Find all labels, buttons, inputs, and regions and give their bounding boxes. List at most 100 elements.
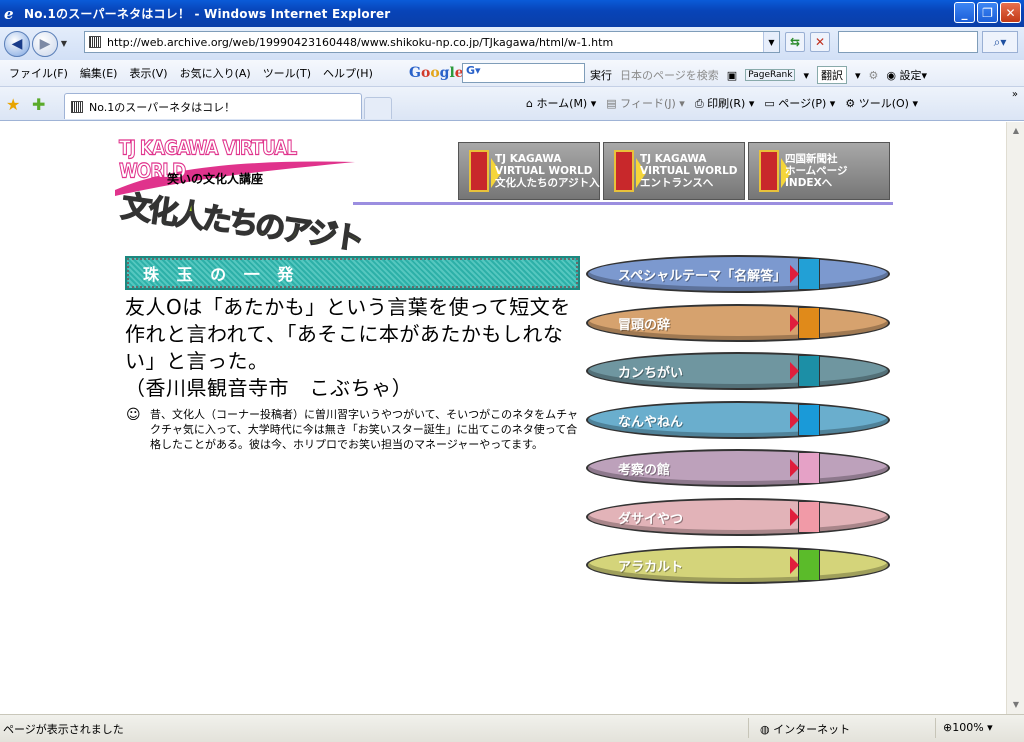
nav-tile-line: TJ KAGAWA bbox=[640, 153, 707, 165]
chevron-more-icon[interactable]: » bbox=[1012, 89, 1018, 100]
menu-button-misunderstanding[interactable]: カンちがい bbox=[586, 350, 892, 392]
zoom-control[interactable]: ⊕100% ▾ bbox=[943, 721, 993, 734]
status-bar: ページが表示されました ◍ インターネット ⊕100% ▾ bbox=[0, 714, 1024, 742]
forward-button[interactable]: ▶ bbox=[32, 30, 58, 57]
close-button[interactable]: ✕ bbox=[1000, 2, 1021, 23]
home-label: ホーム(M) bbox=[536, 97, 588, 110]
door-icon bbox=[759, 150, 791, 192]
menu-button-opening[interactable]: 冒頭の辞 bbox=[586, 302, 892, 344]
commentator-face-icon: ☺ bbox=[126, 407, 141, 423]
window-controls: _ ❐ ✕ bbox=[954, 2, 1021, 23]
page-content: TJ KAGAWA VIRTUAL WORLD 笑いの文化人講座 文化人たちのア… bbox=[0, 122, 1006, 714]
menu-button-nanyanen[interactable]: なんやねん bbox=[586, 399, 892, 441]
comment-text: 昔、文化人（コーナー投稿者）に曽川習字いうやつがいて、そいつがこのネタをムチャク… bbox=[150, 408, 579, 451]
menu-favorites[interactable]: お気に入り(A) bbox=[174, 65, 257, 81]
search-icon: ⌕▾ bbox=[993, 34, 1007, 49]
pagerank-meter[interactable]: PageRank bbox=[745, 69, 796, 81]
page-icon bbox=[89, 36, 101, 48]
nav-tile-line: 四国新聞社 bbox=[785, 153, 838, 165]
vertical-scrollbar[interactable]: ▲ ▼ bbox=[1006, 122, 1024, 714]
nav-tile-index[interactable]: 四国新聞社 ホームページ INDEXへ bbox=[748, 142, 890, 200]
nav-tile-text: TJ KAGAWA VIRTUAL WORLD 文化人たちのアジト入口へ bbox=[495, 153, 621, 189]
site-logo[interactable]: TJ KAGAWA VIRTUAL WORLD 笑いの文化人講座 文化人たちのア… bbox=[115, 136, 364, 258]
add-favorites-icon[interactable]: ✚ bbox=[32, 95, 45, 114]
settings-button[interactable]: ◉ 設定▾ bbox=[886, 67, 927, 83]
google-toolbar-items: 実行 日本のページを検索 ▣ PageRank ▾ 翻訳 ▾ ⚙ ◉ 設定▾ bbox=[590, 66, 927, 84]
new-tab-button[interactable] bbox=[364, 97, 392, 119]
menu-file[interactable]: ファイル(F) bbox=[3, 65, 74, 81]
google-search-input[interactable]: G▾ bbox=[462, 63, 585, 83]
history-dropdown-button[interactable]: ▼ bbox=[58, 39, 70, 48]
nav-tile-line: ホームページ bbox=[785, 165, 848, 177]
tab-active[interactable]: No.1のスーパーネタはコレ！ bbox=[64, 93, 362, 119]
feed-icon: ▤ bbox=[606, 97, 617, 110]
minimize-button[interactable]: _ bbox=[954, 2, 975, 23]
refresh-button[interactable]: ⇆ bbox=[785, 32, 805, 52]
translate-dropdown[interactable]: ▾ bbox=[855, 69, 861, 82]
nav-tile-entrance[interactable]: TJ KAGAWA VIRTUAL WORLD エントランスへ bbox=[603, 142, 745, 200]
menu-button-label: カンちがい bbox=[618, 366, 684, 381]
scroll-up-icon[interactable]: ▲ bbox=[1009, 124, 1023, 138]
menu-button-dasai[interactable]: ダサイやつ bbox=[586, 496, 892, 538]
home-button[interactable]: ⌂ ホーム(M) ▾ bbox=[526, 95, 596, 111]
pagerank-dropdown[interactable]: ▾ bbox=[803, 69, 809, 82]
menu-button-label: アラカルト bbox=[618, 560, 684, 575]
nav-tile-line: TJ KAGAWA bbox=[495, 153, 562, 165]
page-menu-icon: ▭ bbox=[764, 97, 775, 110]
menu-help[interactable]: ヘルプ(H) bbox=[317, 65, 379, 81]
address-dropdown-button[interactable]: ▼ bbox=[763, 32, 779, 52]
page-button[interactable]: ▭ ページ(P) ▾ bbox=[764, 95, 835, 111]
scroll-down-icon[interactable]: ▼ bbox=[1009, 698, 1023, 712]
gear-icon: ⚙ bbox=[845, 97, 856, 110]
tools-button[interactable]: ⚙ ツール(O) ▾ bbox=[845, 95, 918, 111]
feed-button[interactable]: ▤ フィード(J) ▾ bbox=[606, 95, 685, 111]
forward-arrow-icon: ▶ bbox=[39, 35, 51, 52]
print-label: 印刷(R) bbox=[707, 97, 746, 110]
menu-view[interactable]: 表示(V) bbox=[123, 65, 173, 81]
search-button[interactable]: ⌕▾ bbox=[982, 31, 1018, 53]
google-run-button[interactable]: 実行 bbox=[590, 67, 612, 83]
google-toolbar-logo: Google bbox=[409, 65, 464, 81]
nav-tile-line: INDEXへ bbox=[785, 177, 833, 189]
favorites-star-icon[interactable]: ★ bbox=[6, 95, 20, 114]
menu-button-special-theme[interactable]: スペシャルテーマ「名解答」 bbox=[586, 253, 892, 295]
menu-button-label: ダサイやつ bbox=[618, 511, 684, 527]
search-input[interactable] bbox=[838, 31, 978, 53]
restore-button[interactable]: ❐ bbox=[977, 2, 998, 23]
security-zone[interactable]: ◍ インターネット bbox=[760, 721, 850, 737]
stop-button[interactable]: ✕ bbox=[810, 32, 830, 52]
nav-tiles: TJ KAGAWA VIRTUAL WORLD 文化人たちのアジト入口へ TJ KA… bbox=[458, 142, 890, 200]
section-title: 珠 玉 の 一 発 bbox=[125, 256, 580, 290]
menu-button-a-la-carte[interactable]: アラカルト bbox=[586, 544, 892, 586]
nav-tile-line: VIRTUAL WORLD bbox=[640, 165, 738, 177]
editor-comment: ☺ 昔、文化人（コーナー投稿者）に曽川習字いうやつがいて、そいつがこのネタをムチ… bbox=[126, 407, 578, 452]
divider-line bbox=[353, 202, 893, 205]
feed-label: フィード(J) bbox=[620, 97, 676, 110]
zoom-icon: ⊕ bbox=[943, 721, 953, 734]
print-button[interactable]: ⎙ 印刷(R) ▾ bbox=[695, 95, 755, 111]
menu-edit[interactable]: 編集(E) bbox=[74, 65, 124, 81]
back-button[interactable]: ◀ bbox=[4, 30, 30, 57]
wrench-icon[interactable]: ⚙ bbox=[869, 69, 879, 82]
zoom-level: 100% bbox=[952, 721, 984, 734]
door-icon bbox=[790, 549, 820, 581]
joke-author: （香川県観音寺市 こぶちゃ） bbox=[125, 376, 413, 400]
door-icon bbox=[790, 306, 820, 339]
door-icon bbox=[790, 355, 820, 387]
zone-label: インターネット bbox=[773, 723, 851, 736]
picture-icon[interactable]: ▣ bbox=[727, 69, 737, 82]
tools-label: ツール(O) bbox=[858, 97, 909, 110]
translate-button[interactable]: 翻訳 bbox=[817, 66, 847, 84]
settings-label: 設定 bbox=[899, 69, 922, 82]
joke-text: 友人Oは「あたかも」という言葉を使って短文を作れと言われて、「あそこに本があたか… bbox=[125, 295, 571, 373]
menu-button-study-hall[interactable]: 考察の館 bbox=[586, 447, 892, 489]
nav-tile-ajito[interactable]: TJ KAGAWA VIRTUAL WORLD 文化人たちのアジト入口へ bbox=[458, 142, 621, 200]
google-japan-search-button[interactable]: 日本のページを検索 bbox=[620, 67, 719, 83]
printer-icon: ⎙ bbox=[694, 97, 704, 110]
category-menu: スペシャルテーマ「名解答」 冒頭の辞 カンちがい なんやねん 考察の館 ダサイや… bbox=[586, 253, 892, 593]
nav-tile-line: エントランスへ bbox=[640, 177, 714, 189]
address-field[interactable]: http://web.archive.org/web/1999042316044… bbox=[84, 31, 780, 53]
door-icon bbox=[790, 452, 820, 484]
title-bar: e No.1のスーパーネタはコレ！ - Windows Internet Exp… bbox=[0, 0, 1024, 27]
menu-tools[interactable]: ツール(T) bbox=[257, 65, 317, 81]
